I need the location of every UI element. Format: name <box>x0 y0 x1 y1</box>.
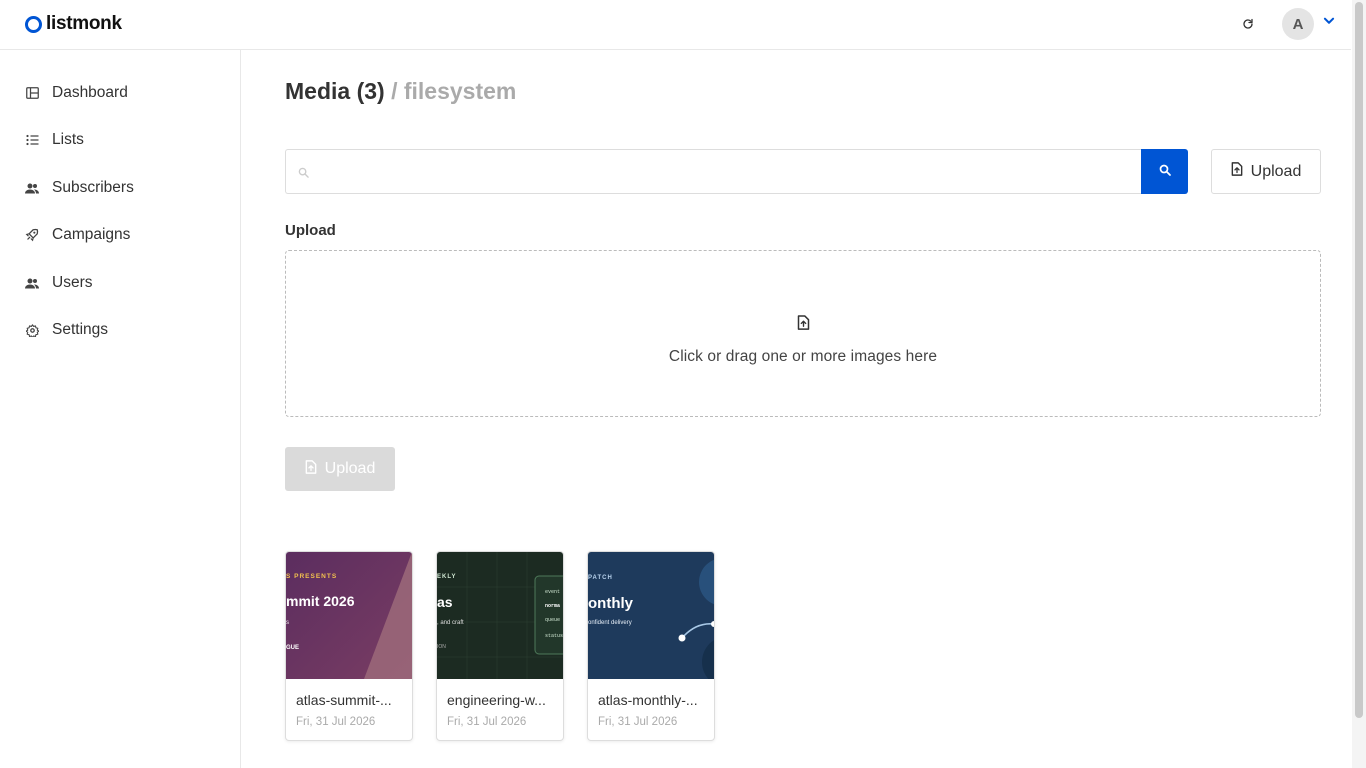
dropzone-text: Click or drag one or more images here <box>668 348 938 365</box>
thumb-text: as <box>437 594 453 610</box>
thumb-text: s <box>286 620 289 626</box>
media-card[interactable]: PATCH onthly onfident delivery atlas-mon… <box>587 551 715 741</box>
sidebar-item-label: Users <box>52 274 93 291</box>
media-date: Fri, 31 Jul 2026 <box>598 716 678 728</box>
sidebar-item-settings[interactable]: Settings <box>25 319 108 341</box>
media-thumbnail[interactable]: S PRESENTS mmit 2026 s GUE <box>286 552 412 679</box>
upload-submit-button[interactable]: Upload <box>285 447 395 491</box>
media-card[interactable]: EKLY as , and craft ION event norma queu… <box>436 551 564 741</box>
file-upload-icon <box>797 315 811 331</box>
sidebar-item-subscribers[interactable]: Subscribers <box>25 177 134 199</box>
sidebar-item-lists[interactable]: Lists <box>25 129 84 151</box>
sidebar-item-dashboard[interactable]: Dashboard <box>25 82 128 104</box>
thumb-text: GUE <box>286 645 299 651</box>
users-icon <box>25 276 39 290</box>
search-icon <box>298 165 310 178</box>
search-icon <box>1159 163 1171 181</box>
top-header: listmonk A <box>0 0 1351 50</box>
sidebar-item-label: Campaigns <box>52 226 131 243</box>
sidebar-item-label: Subscribers <box>52 179 134 196</box>
logo-mark-icon <box>25 15 42 33</box>
search-input[interactable] <box>286 150 1142 193</box>
thumb-text: onthly <box>588 595 634 612</box>
upload-toggle-button[interactable]: Upload <box>1211 149 1321 194</box>
user-avatar[interactable]: A <box>1282 8 1314 40</box>
scrollbar-thumb[interactable] <box>1355 2 1363 718</box>
sidebar-item-label: Settings <box>52 321 109 338</box>
media-date: Fri, 31 Jul 2026 <box>296 716 376 728</box>
sidebar: Dashboard Lists Subscribers Campaigns Us… <box>0 50 241 768</box>
thumb-text: S PRESENTS <box>286 573 337 580</box>
page-subtitle: / filesystem <box>391 78 517 104</box>
media-filename: atlas-summit-... <box>296 692 392 708</box>
logo[interactable]: listmonk <box>25 13 122 35</box>
users-icon <box>25 181 39 195</box>
file-upload-icon <box>1231 162 1243 181</box>
upload-section-label: Upload <box>285 222 336 239</box>
sidebar-item-label: Dashboard <box>52 84 128 101</box>
thumb-text: ION <box>437 644 446 650</box>
upload-submit-label: Upload <box>324 460 376 477</box>
list-icon <box>25 133 39 147</box>
thumb-text: PATCH <box>588 575 613 581</box>
logo-text: listmonk <box>46 13 122 34</box>
refresh-icon[interactable] <box>1239 15 1257 33</box>
sidebar-item-campaigns[interactable]: Campaigns <box>25 224 130 246</box>
thumb-text: event <box>545 589 560 595</box>
thumb-text: status <box>545 633 563 639</box>
thumb-text: EKLY <box>437 574 456 580</box>
media-thumbnail[interactable]: PATCH onthly onfident delivery <box>588 552 714 679</box>
chevron-down-icon[interactable] <box>1322 14 1336 28</box>
dashboard-icon <box>25 86 39 100</box>
thumb-text: , and craft <box>437 620 464 626</box>
sidebar-item-users[interactable]: Users <box>25 272 92 294</box>
rocket-icon <box>25 228 39 242</box>
media-card[interactable]: S PRESENTS mmit 2026 s GUE atlas-summit-… <box>285 551 413 741</box>
media-filename: engineering-w... <box>447 692 546 708</box>
media-thumbnail[interactable]: EKLY as , and craft ION event norma queu… <box>437 552 563 679</box>
thumb-text: onfident delivery <box>588 620 632 626</box>
upload-button-label: Upload <box>1250 162 1302 180</box>
upload-dropzone[interactable]: Click or drag one or more images here <box>285 250 1321 417</box>
page-title-text: Media (3) <box>285 78 385 104</box>
media-date: Fri, 31 Jul 2026 <box>447 716 527 728</box>
search-button[interactable] <box>1141 149 1188 194</box>
sidebar-item-label: Lists <box>52 131 84 148</box>
page-title: Media (3) / filesystem <box>285 78 516 105</box>
file-upload-icon <box>305 459 317 479</box>
search-box <box>285 149 1142 194</box>
thumb-text: norma <box>545 603 560 609</box>
thumb-text: mmit 2026 <box>286 593 355 609</box>
media-filename: atlas-monthly-... <box>598 692 698 708</box>
page-scrollbar[interactable] <box>1352 0 1366 768</box>
gear-icon <box>25 323 39 337</box>
thumb-text: queue <box>545 617 560 623</box>
